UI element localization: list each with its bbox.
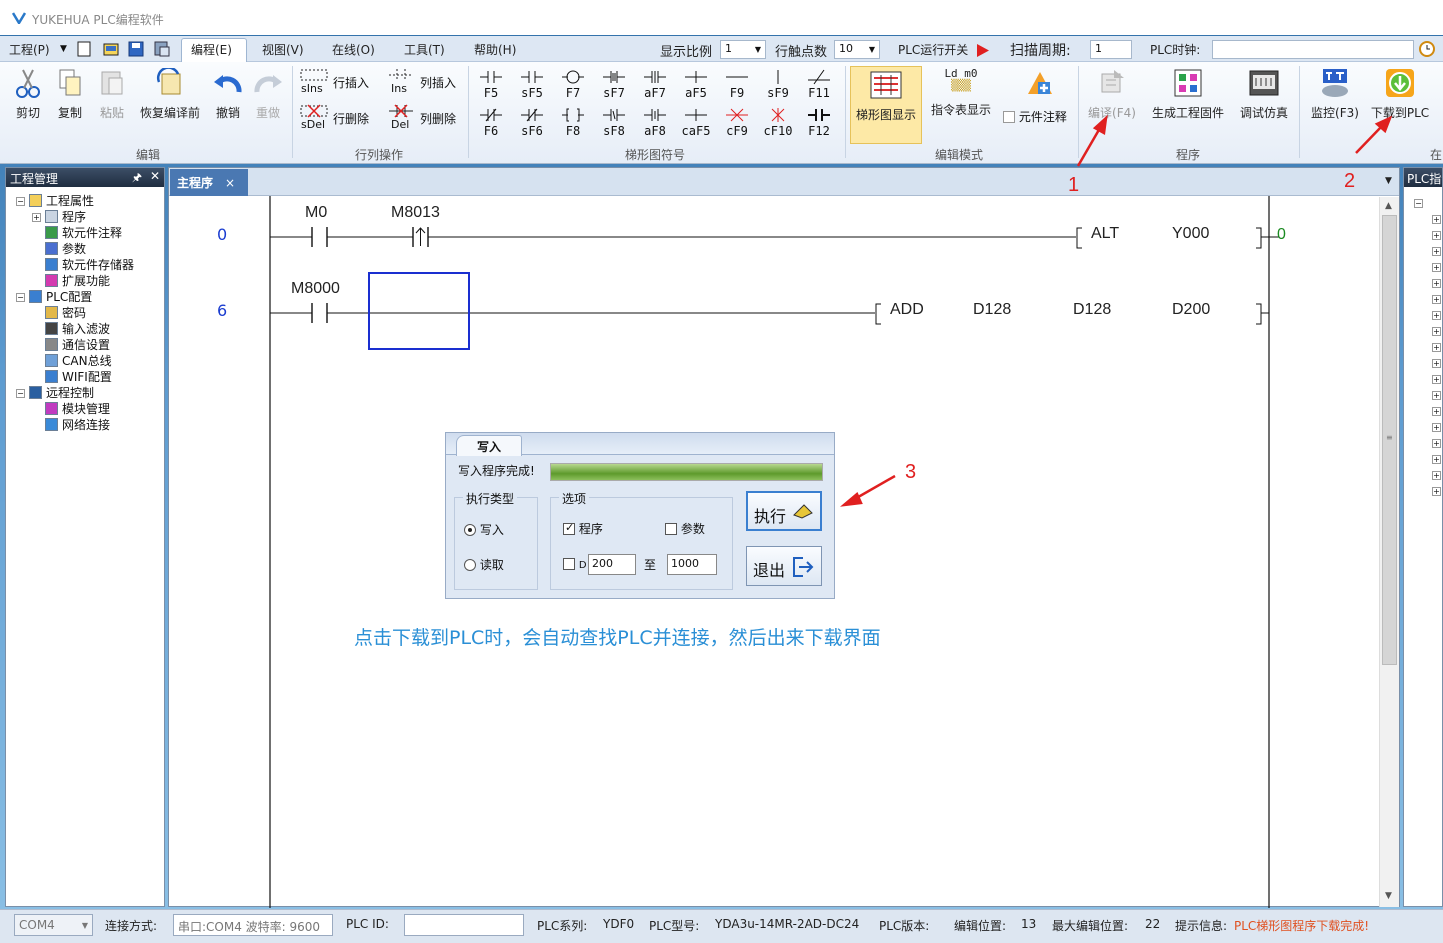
port-select[interactable]: COM4 ▼ [14, 914, 93, 936]
max-pos-value: 22 [1145, 917, 1161, 931]
edit-pos-value: 13 [1021, 917, 1037, 931]
plc-id-label: PLC ID: [346, 917, 389, 931]
model-value: YDA3u-14MR-2AD-DC24 [715, 917, 860, 931]
version-label: PLC版本: [879, 919, 930, 933]
max-pos-label: 最大编辑位置: [1052, 919, 1129, 933]
series-value: YDF0 [603, 917, 635, 931]
annotation-2: 2 [1344, 170, 1356, 192]
series-label: PLC系列: [537, 919, 588, 933]
plc-id-input[interactable] [404, 914, 524, 936]
annotation-arrows [840, 114, 1393, 507]
model-label: PLC型号: [649, 919, 700, 933]
conn-label: 连接方式: [105, 919, 158, 933]
edit-pos-label: 编辑位置: [954, 919, 1007, 933]
conn-value: 串口:COM4 波特率: 9600 [173, 914, 333, 936]
hint-value: PLC梯形图程序下载完成! [1234, 919, 1370, 933]
annotation-1: 1 [1068, 174, 1080, 196]
annotation-3: 3 [905, 461, 917, 483]
status-bar: COM4 ▼ 连接方式: 串口:COM4 波特率: 9600 PLC ID: PL… [0, 909, 1443, 943]
hint-label: 提示信息: [1175, 919, 1228, 933]
